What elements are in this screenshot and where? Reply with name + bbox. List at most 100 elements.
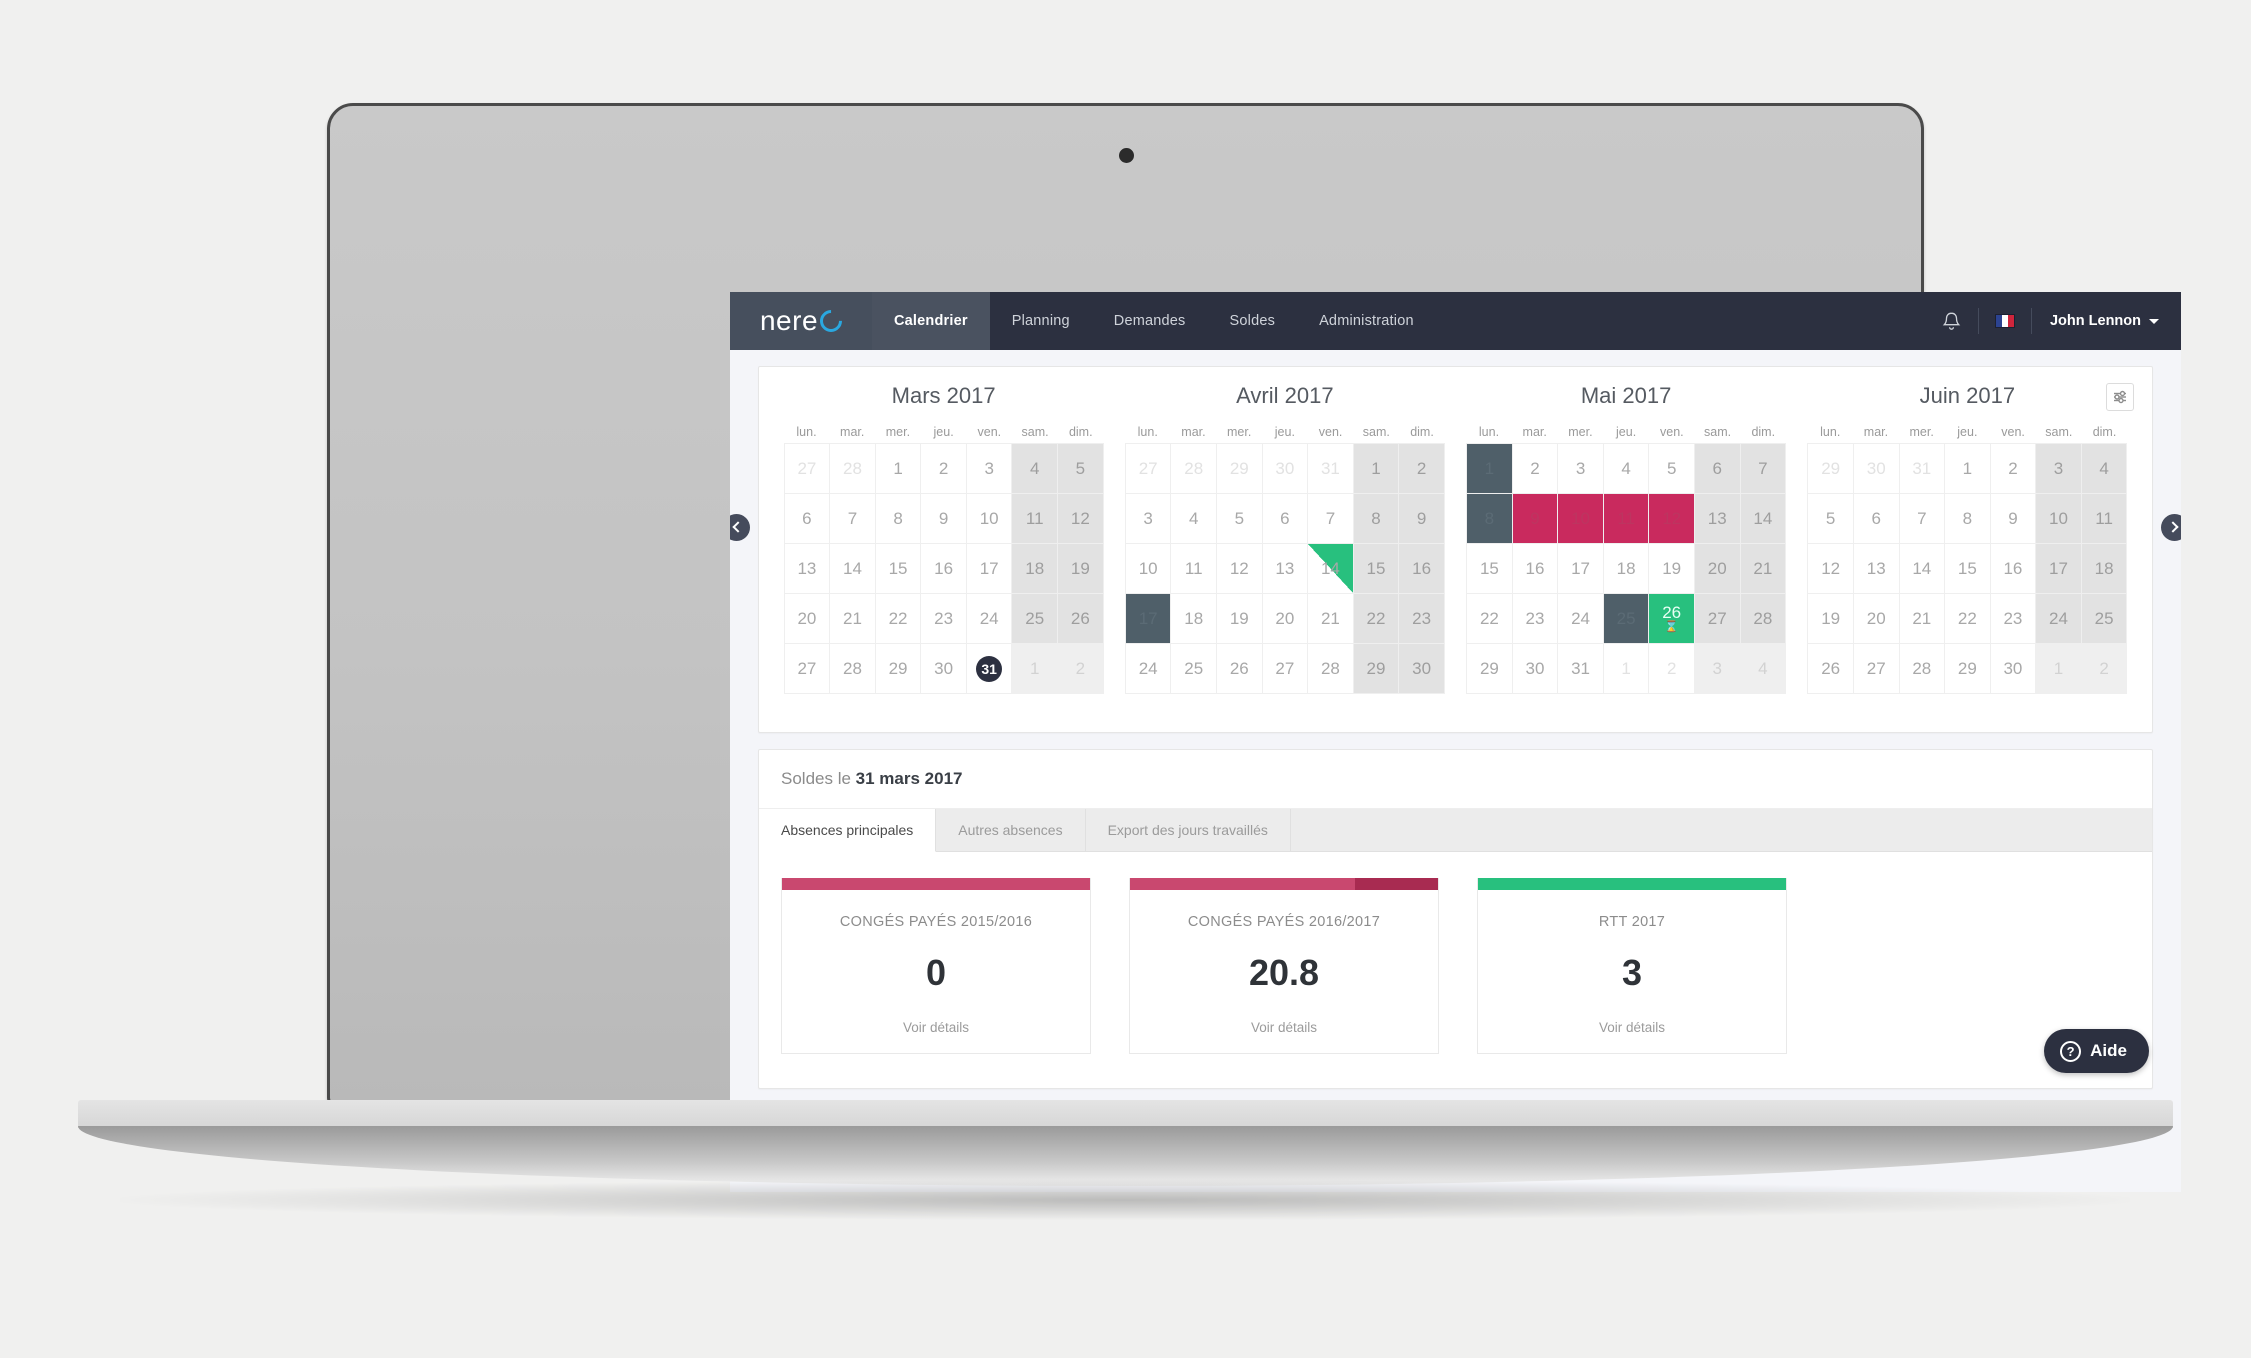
- day-cell[interactable]: 4: [1603, 444, 1650, 494]
- day-cell[interactable]: 18: [1012, 544, 1059, 594]
- day-cell[interactable]: 30: [921, 644, 967, 694]
- day-cell[interactable]: 17: [966, 544, 1013, 594]
- day-cell[interactable]: 27: [784, 644, 831, 694]
- day-cell[interactable]: 27: [1853, 644, 1900, 694]
- day-cell[interactable]: 14: [830, 544, 876, 594]
- day-cell[interactable]: 12: [1649, 494, 1695, 544]
- nav-link-administration[interactable]: Administration: [1297, 292, 1436, 350]
- previous-months-button[interactable]: [730, 513, 750, 541]
- day-cell[interactable]: 2: [1512, 444, 1559, 494]
- day-cell[interactable]: 17: [1125, 594, 1172, 644]
- day-cell[interactable]: 22: [1467, 594, 1513, 644]
- day-cell[interactable]: 15: [1467, 544, 1513, 594]
- day-cell[interactable]: 30: [1990, 644, 2037, 694]
- day-cell[interactable]: 6: [1262, 494, 1309, 544]
- day-cell[interactable]: 9: [1399, 494, 1445, 544]
- day-cell[interactable]: 22: [1353, 594, 1400, 644]
- day-cell[interactable]: 21: [1740, 544, 1787, 594]
- day-cell[interactable]: 5: [1649, 444, 1695, 494]
- day-cell[interactable]: 15: [1945, 544, 1991, 594]
- day-cell[interactable]: 7: [1740, 444, 1787, 494]
- day-cell[interactable]: 11: [1012, 494, 1059, 544]
- day-cell[interactable]: 7: [1899, 494, 1946, 544]
- day-cell[interactable]: 11: [1603, 494, 1650, 544]
- day-cell[interactable]: 20: [1853, 594, 1900, 644]
- day-cell[interactable]: 4: [2081, 444, 2128, 494]
- day-cell[interactable]: 1: [1012, 644, 1059, 694]
- day-cell[interactable]: 13: [1262, 544, 1309, 594]
- day-cell[interactable]: 20: [784, 594, 831, 644]
- day-cell[interactable]: 28: [1740, 594, 1787, 644]
- notifications-button[interactable]: [1926, 292, 1978, 350]
- day-cell[interactable]: 15: [875, 544, 922, 594]
- day-cell[interactable]: 20: [1262, 594, 1309, 644]
- day-cell[interactable]: 5: [1058, 444, 1104, 494]
- day-cell[interactable]: 12: [1808, 544, 1854, 594]
- day-cell[interactable]: 2: [1399, 444, 1445, 494]
- day-cell[interactable]: 4: [1171, 494, 1218, 544]
- day-cell[interactable]: 24: [966, 594, 1013, 644]
- day-cell[interactable]: 16: [1990, 544, 2037, 594]
- day-cell[interactable]: 3: [966, 444, 1013, 494]
- day-cell[interactable]: 5: [1217, 494, 1263, 544]
- balance-card-details-link[interactable]: Voir détails: [1251, 1020, 1317, 1035]
- day-cell[interactable]: 3: [1694, 644, 1741, 694]
- day-cell[interactable]: 26 ⌛: [1649, 594, 1695, 644]
- day-cell[interactable]: 25: [2081, 594, 2128, 644]
- day-cell[interactable]: 23: [1399, 594, 1445, 644]
- day-cell[interactable]: 30: [1853, 444, 1900, 494]
- day-cell[interactable]: 8: [1945, 494, 1991, 544]
- day-cell[interactable]: 18: [1171, 594, 1218, 644]
- tab-export-jours-travailles[interactable]: Export des jours travaillés: [1086, 809, 1291, 851]
- day-cell[interactable]: 1: [2036, 644, 2082, 694]
- nav-link-planning[interactable]: Planning: [990, 292, 1092, 350]
- day-cell[interactable]: 2: [2081, 644, 2128, 694]
- day-cell[interactable]: 20: [1694, 544, 1741, 594]
- day-cell[interactable]: 23: [1512, 594, 1559, 644]
- day-cell[interactable]: 8: [1467, 494, 1513, 544]
- day-cell[interactable]: 3: [1125, 494, 1172, 544]
- day-cell[interactable]: 28: [830, 444, 876, 494]
- day-cell[interactable]: 9: [921, 494, 967, 544]
- day-cell[interactable]: 29: [1217, 444, 1263, 494]
- day-cell[interactable]: 6: [1853, 494, 1900, 544]
- day-cell[interactable]: 13: [1694, 494, 1741, 544]
- day-cell[interactable]: 13: [1853, 544, 1900, 594]
- day-cell[interactable]: 1: [875, 444, 922, 494]
- nav-link-calendrier[interactable]: Calendrier: [872, 292, 990, 350]
- day-cell[interactable]: 14: [1740, 494, 1787, 544]
- day-cell[interactable]: 28: [1308, 644, 1354, 694]
- day-cell[interactable]: 19: [1058, 544, 1104, 594]
- next-months-button[interactable]: [2161, 513, 2181, 541]
- day-cell[interactable]: 24: [1558, 594, 1604, 644]
- day-cell[interactable]: 2: [1058, 644, 1104, 694]
- day-cell[interactable]: 4: [1740, 644, 1787, 694]
- day-cell[interactable]: 3: [2036, 444, 2082, 494]
- day-cell[interactable]: 8: [875, 494, 922, 544]
- day-cell[interactable]: 4: [1012, 444, 1059, 494]
- day-cell[interactable]: 12: [1058, 494, 1104, 544]
- day-cell[interactable]: 21: [1308, 594, 1354, 644]
- day-cell[interactable]: 29: [875, 644, 922, 694]
- day-cell[interactable]: 15: [1353, 544, 1400, 594]
- day-cell[interactable]: 7: [830, 494, 876, 544]
- day-cell[interactable]: 17: [1558, 544, 1604, 594]
- help-button[interactable]: ? Aide: [2044, 1029, 2149, 1073]
- nav-link-soldes[interactable]: Soldes: [1208, 292, 1298, 350]
- day-cell[interactable]: 27: [1262, 644, 1309, 694]
- day-cell[interactable]: 31: [1308, 444, 1354, 494]
- day-cell[interactable]: 27: [784, 444, 831, 494]
- day-cell[interactable]: 17: [2036, 544, 2082, 594]
- day-cell[interactable]: 22: [1945, 594, 1991, 644]
- day-cell[interactable]: 29: [1945, 644, 1991, 694]
- day-cell[interactable]: 1: [1353, 444, 1400, 494]
- day-cell[interactable]: 26: [1808, 644, 1854, 694]
- day-cell[interactable]: 30: [1512, 644, 1559, 694]
- day-cell[interactable]: 10: [1125, 544, 1172, 594]
- day-cell[interactable]: 29: [1353, 644, 1400, 694]
- day-cell[interactable]: 1: [1467, 444, 1513, 494]
- calendar-filter-button[interactable]: [2106, 383, 2134, 411]
- day-cell[interactable]: 31: [1899, 444, 1946, 494]
- day-cell[interactable]: 31: [1558, 644, 1604, 694]
- day-cell[interactable]: 16: [1399, 544, 1445, 594]
